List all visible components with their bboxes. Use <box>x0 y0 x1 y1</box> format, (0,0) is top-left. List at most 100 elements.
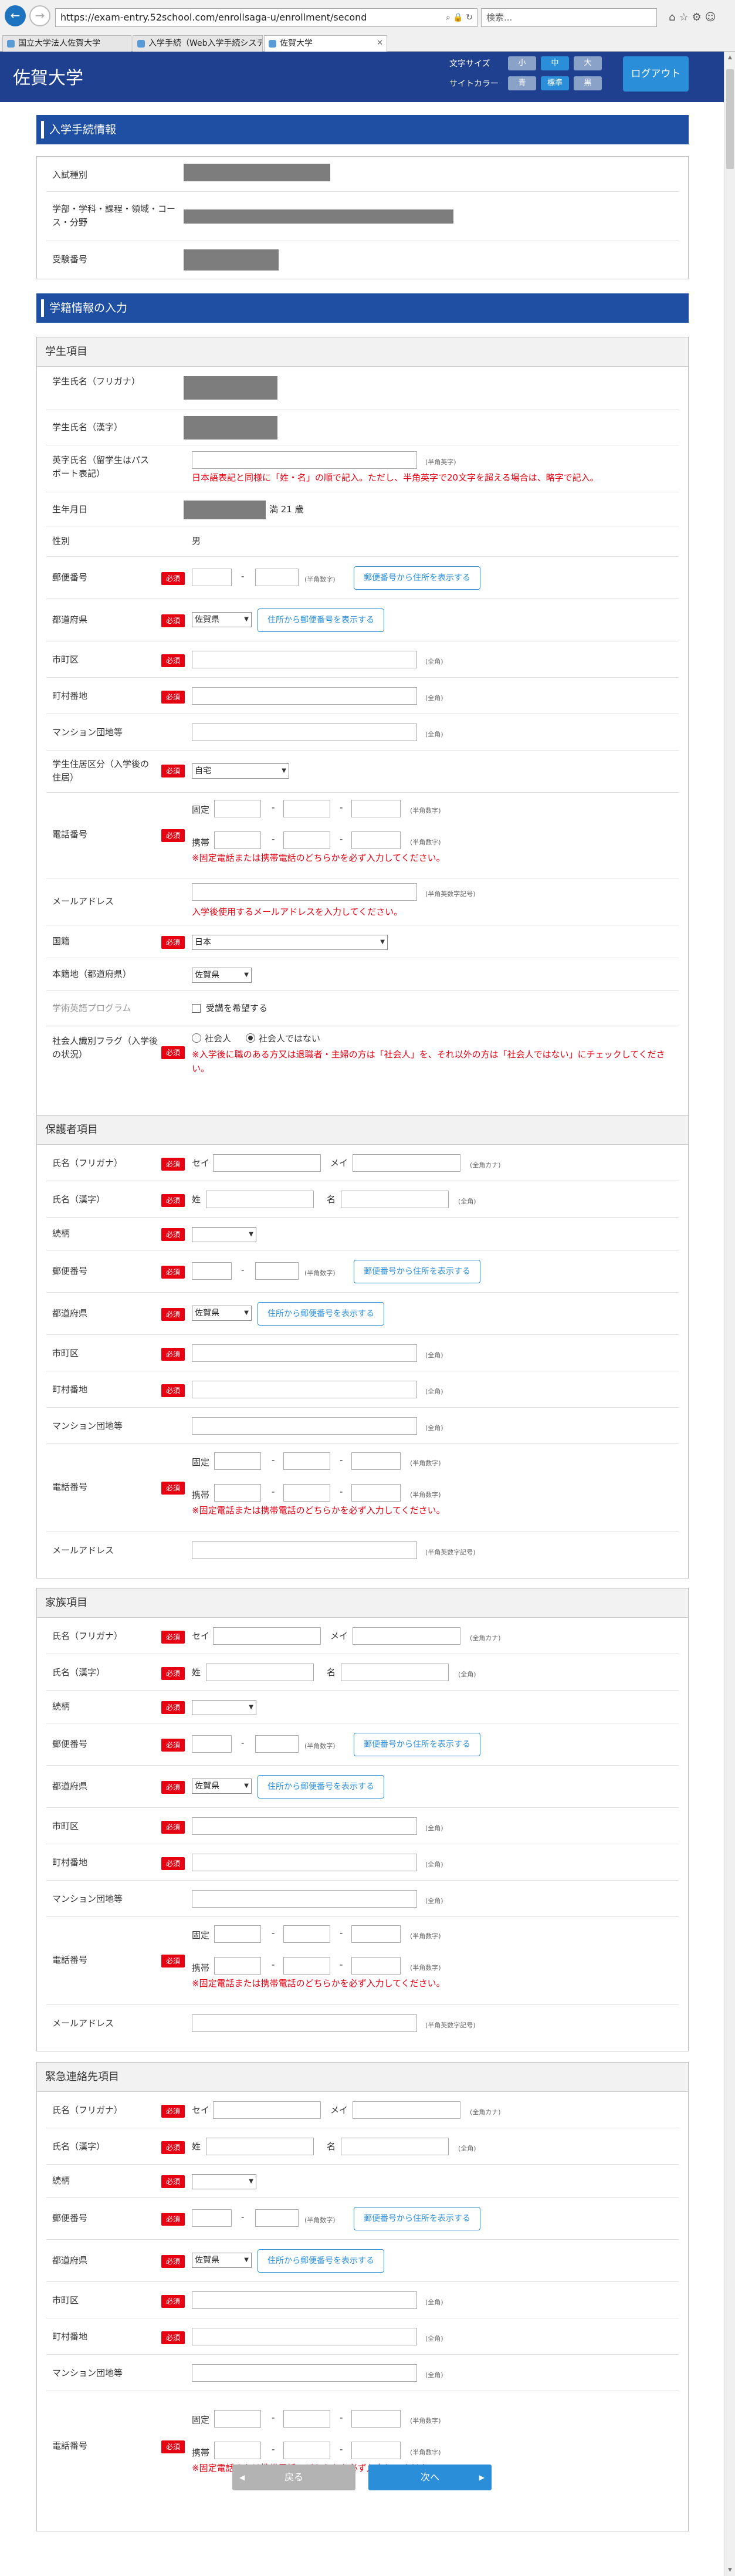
guardian-phone-fixed-2-input[interactable] <box>283 1452 330 1470</box>
address-bar[interactable]: https://exam-entry.52school.com/enrollsa… <box>55 8 477 27</box>
guardian-zip-to-address-button[interactable]: 郵便番号から住所を表示する <box>354 1260 480 1283</box>
guardian-phone-mobile-3-input[interactable] <box>351 1484 401 1502</box>
phone-fixed-3-input[interactable] <box>351 800 401 817</box>
browser-tab-active[interactable]: 佐賀大学 ✕ <box>264 35 387 52</box>
adult-no-radio[interactable] <box>246 1033 255 1043</box>
emergency-city-input[interactable] <box>192 2291 417 2309</box>
site-title[interactable]: 佐賀大学 <box>13 63 83 89</box>
emergency-phone-fixed-2-input[interactable] <box>283 2410 330 2428</box>
adult-yes-radio[interactable] <box>192 1033 201 1043</box>
phone-fixed-1-input[interactable] <box>214 800 261 817</box>
family-phone-fixed-3-input[interactable] <box>351 1925 401 1943</box>
guardian-sei-kana-input[interactable] <box>213 1154 321 1172</box>
scroll-up-icon[interactable]: ▲ <box>724 52 735 63</box>
font-size-small-button[interactable]: 小 <box>508 56 536 70</box>
family-zip1-input[interactable] <box>192 1735 232 1753</box>
guardian-town-input[interactable] <box>192 1381 417 1398</box>
search-icon[interactable]: ⌕ <box>446 13 451 22</box>
scroll-down-icon[interactable]: ▼ <box>724 2564 735 2576</box>
emergency-address-to-zip-button[interactable]: 住所から郵便番号を表示する <box>258 2249 384 2273</box>
family-pref-select[interactable]: 佐賀県 <box>192 1779 252 1794</box>
family-address-to-zip-button[interactable]: 住所から郵便番号を表示する <box>258 1775 384 1799</box>
forward-button[interactable]: → <box>29 5 50 26</box>
emergency-pref-select[interactable]: 佐賀県 <box>192 2253 252 2268</box>
page-scrollbar[interactable]: ▲ ▼ <box>724 52 735 2576</box>
emergency-mei-kana-input[interactable] <box>353 2101 460 2119</box>
logout-button[interactable]: ログアウト <box>623 56 689 92</box>
emergency-town-input[interactable] <box>192 2328 417 2345</box>
family-email-input[interactable] <box>192 2014 417 2032</box>
family-mei-kana-input[interactable] <box>353 1627 460 1645</box>
guardian-phone-fixed-3-input[interactable] <box>351 1452 401 1470</box>
family-sei-input[interactable] <box>206 1664 314 1681</box>
guardian-sei-input[interactable] <box>206 1191 314 1208</box>
family-phone-mobile-2-input[interactable] <box>283 1957 330 1975</box>
smiley-icon[interactable]: ☺ <box>705 11 720 23</box>
phone-mobile-2-input[interactable] <box>283 831 330 849</box>
prev-button[interactable]: ◀ 戻る <box>232 2465 355 2490</box>
next-button[interactable]: 次へ ▶ <box>368 2465 492 2490</box>
phone-mobile-1-input[interactable] <box>214 831 261 849</box>
guardian-email-input[interactable] <box>192 1541 417 1559</box>
guardian-address-to-zip-button[interactable]: 住所から郵便番号を表示する <box>258 1302 384 1326</box>
browser-toolbar-icons[interactable]: ⌂☆⚙☺ <box>669 8 719 27</box>
back-button[interactable]: ← <box>5 5 26 26</box>
phone-mobile-3-input[interactable] <box>351 831 401 849</box>
guardian-mei-kana-input[interactable] <box>353 1154 460 1172</box>
star-icon[interactable]: ☆ <box>679 11 692 23</box>
family-phone-mobile-1-input[interactable] <box>214 1957 261 1975</box>
emergency-building-input[interactable] <box>192 2364 417 2382</box>
guardian-pref-select[interactable]: 佐賀県 <box>192 1306 252 1321</box>
address-bar-icons[interactable]: ⌕ 🔒 ↻ <box>446 8 473 27</box>
refresh-icon[interactable]: ↻ <box>466 13 473 22</box>
emergency-zip2-input[interactable] <box>255 2209 299 2227</box>
phone-fixed-2-input[interactable] <box>283 800 330 817</box>
family-phone-mobile-3-input[interactable] <box>351 1957 401 1975</box>
emergency-sei-input[interactable] <box>206 2138 314 2155</box>
family-zip2-input[interactable] <box>255 1735 299 1753</box>
guardian-building-input[interactable] <box>192 1417 417 1435</box>
zip2-input[interactable] <box>255 569 299 586</box>
emergency-phone-mobile-2-input[interactable] <box>283 2442 330 2459</box>
english-checkbox[interactable] <box>192 1004 201 1013</box>
guardian-phone-mobile-1-input[interactable] <box>214 1484 261 1502</box>
family-phone-fixed-2-input[interactable] <box>283 1925 330 1943</box>
residence-select[interactable]: 自宅 <box>192 763 289 779</box>
browser-search-input[interactable]: 検索... <box>481 8 657 27</box>
emergency-zip1-input[interactable] <box>192 2209 232 2227</box>
browser-tab[interactable]: 入学手続（Web入学手続システ... <box>133 35 263 52</box>
font-size-medium-button[interactable]: 中 <box>541 56 569 70</box>
family-sei-kana-input[interactable] <box>213 1627 321 1645</box>
guardian-relation-select[interactable] <box>192 1227 256 1242</box>
emergency-relation-select[interactable] <box>192 2174 256 2189</box>
emergency-zip-to-address-button[interactable]: 郵便番号から住所を表示する <box>354 2207 480 2230</box>
emergency-sei-kana-input[interactable] <box>213 2101 321 2119</box>
guardian-city-input[interactable] <box>192 1344 417 1362</box>
honseki-select[interactable]: 佐賀県 <box>192 968 252 983</box>
emergency-phone-fixed-1-input[interactable] <box>214 2410 261 2428</box>
guardian-zip2-input[interactable] <box>255 1262 299 1280</box>
family-mei-input[interactable] <box>341 1664 449 1681</box>
family-zip-to-address-button[interactable]: 郵便番号から住所を表示する <box>354 1733 480 1756</box>
family-city-input[interactable] <box>192 1817 417 1835</box>
guardian-phone-fixed-1-input[interactable] <box>214 1452 261 1470</box>
guardian-phone-mobile-2-input[interactable] <box>283 1484 330 1502</box>
font-size-large-button[interactable]: 大 <box>574 56 602 70</box>
pref-select[interactable]: 佐賀県 <box>192 612 252 627</box>
color-black-button[interactable]: 黒 <box>574 76 602 90</box>
roman-name-input[interactable] <box>192 451 417 469</box>
browser-tab[interactable]: 国立大学法人佐賀大学 <box>2 35 131 52</box>
zip1-input[interactable] <box>192 569 232 586</box>
family-building-input[interactable] <box>192 1890 417 1908</box>
family-town-input[interactable] <box>192 1854 417 1871</box>
zip-to-address-button[interactable]: 郵便番号から住所を表示する <box>354 566 480 590</box>
family-phone-fixed-1-input[interactable] <box>214 1925 261 1943</box>
color-blue-button[interactable]: 青 <box>508 76 536 90</box>
building-input[interactable] <box>192 724 417 741</box>
color-standard-button[interactable]: 標準 <box>541 76 569 90</box>
email-input[interactable] <box>192 883 417 901</box>
address-to-zip-button[interactable]: 住所から郵便番号を表示する <box>258 608 384 632</box>
emergency-phone-mobile-3-input[interactable] <box>351 2442 401 2459</box>
emergency-mei-input[interactable] <box>341 2138 449 2155</box>
nationality-select[interactable]: 日本 <box>192 935 388 950</box>
